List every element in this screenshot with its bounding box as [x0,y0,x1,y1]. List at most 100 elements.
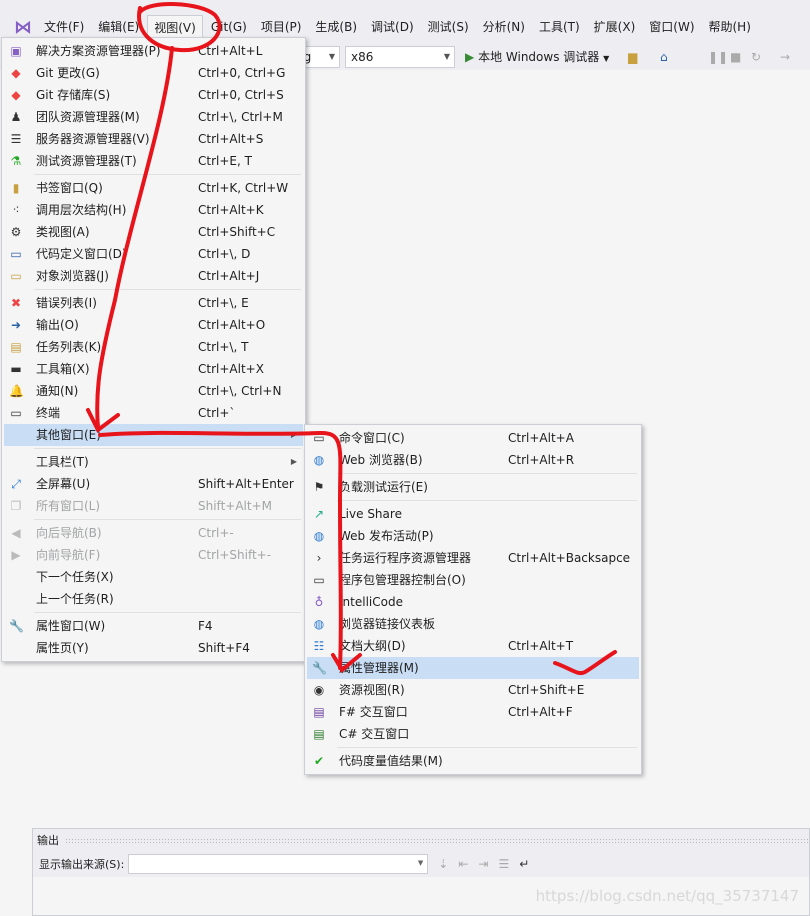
web-browser-icon: ◍ [313,453,325,467]
menu-item[interactable]: ▮ 书签窗口(Q) Ctrl+K, Ctrl+W [4,177,303,199]
menu-item[interactable]: ◆ Git 更改(G) Ctrl+0, Ctrl+G [4,62,303,84]
next-message-icon[interactable]: ⇥ [478,857,488,871]
code-metrics-icon: ✔ [313,754,325,768]
menu-item-label: C# 交互窗口 [339,727,410,741]
menu-item-shortcut: Shift+F4 [198,641,250,655]
menu-item[interactable]: 其他窗口(E) ▶ [4,424,303,446]
menu-9[interactable]: 工具(T) [533,15,586,39]
menu-item-shortcut: Ctrl+Alt+T [508,639,574,653]
menu-item[interactable]: ☰ 服务器资源管理器(V) Ctrl+Alt+S [4,128,303,150]
menu-item[interactable]: ◉ 资源视图(R) Ctrl+Shift+E [307,679,639,701]
menu-item[interactable]: › 任务运行程序资源管理器 Ctrl+Alt+Backsapce [307,547,639,569]
menu-3[interactable]: Git(G) [205,15,253,39]
word-wrap-icon[interactable]: ↵ [519,857,529,871]
menu-item-label: 代码定义窗口(D) [36,247,127,261]
menu-item[interactable]: 属性页(Y) Shift+F4 [4,637,303,659]
menu-item-label: 测试资源管理器(T) [36,154,137,168]
menu-item[interactable]: ▭ 命令窗口(C) Ctrl+Alt+A [307,427,639,449]
menu-item[interactable]: ✖ 错误列表(I) Ctrl+\, E [4,292,303,314]
menu-item[interactable]: ♁ IntelliCode [307,591,639,613]
menu-item[interactable]: ▭ 代码定义窗口(D) Ctrl+\, D [4,243,303,265]
menu-item-label: Web 浏览器(B) [339,453,423,467]
menu-item[interactable]: ☷ 文档大纲(D) Ctrl+Alt+T [307,635,639,657]
home-icon[interactable]: ⌂ [660,47,668,67]
menu-item[interactable]: ▶ 向前导航(F) Ctrl+Shift+- [4,544,303,566]
find-in-files-icon[interactable]: ▆ [628,47,637,67]
navigate-forward-icon: ▶ [11,548,21,562]
menu-item-label: Live Share [339,507,402,521]
output-source-dropdown[interactable]: ▼ [128,854,429,874]
stop-icon[interactable]: ■ [730,47,741,67]
step-over-icon[interactable]: → [780,47,790,67]
menu-item[interactable]: ⁖ 调用层次结构(H) Ctrl+Alt+K [4,199,303,221]
menu-item[interactable]: 🔧 属性管理器(M) [307,657,639,679]
menu-12[interactable]: 帮助(H) [703,15,757,39]
menu-item-shortcut: Ctrl+0, Ctrl+S [198,88,284,102]
menu-item[interactable]: ➜ 输出(O) Ctrl+Alt+O [4,314,303,336]
menu-item-label: 其他窗口(E) [36,428,101,442]
menu-item[interactable]: ◍ Web 发布活动(P) [307,525,639,547]
menu-item[interactable]: 🔧 属性窗口(W) F4 [4,615,303,637]
menu-item[interactable]: 上一个任务(R) [4,588,303,610]
menu-item[interactable]: ▤ F# 交互窗口 Ctrl+Alt+F [307,701,639,723]
menu-item-shortcut: Ctrl+\, D [198,247,251,261]
menu-10[interactable]: 扩展(X) [588,15,642,39]
menu-item[interactable]: ⚙ 类视图(A) Ctrl+Shift+C [4,221,303,243]
menu-item[interactable]: ⚗ 测试资源管理器(T) Ctrl+E, T [4,150,303,172]
menu-item[interactable]: ◍ Web 浏览器(B) Ctrl+Alt+R [307,449,639,471]
menu-1[interactable]: 编辑(E) [92,15,145,39]
menu-7[interactable]: 测试(S) [422,15,475,39]
menu-item[interactable]: ▤ C# 交互窗口 [307,723,639,745]
menu-item[interactable]: ❐ 所有窗口(L) Shift+Alt+M [4,495,303,517]
menu-item-label: 浏览器链接仪表板 [339,617,436,631]
other-windows-submenu: ▭ 命令窗口(C) Ctrl+Alt+A ◍ Web 浏览器(B) Ctrl+Alt+R ⚑… [304,424,642,775]
menu-0[interactable]: 文件(F) [38,15,90,39]
menu-6[interactable]: 调试(D) [365,15,420,39]
menu-4[interactable]: 项目(P) [255,15,308,39]
toolbox-icon: ▬ [10,362,22,376]
pause-icon[interactable]: ❚❚ [708,47,728,67]
menu-item-label: 程序包管理器控制台(O) [339,573,466,587]
menu-2[interactable]: 视图(V) [147,15,203,39]
menu-item[interactable]: 下一个任务(X) [4,566,303,588]
menu-8[interactable]: 分析(N) [477,15,531,39]
code-definition-icon: ▭ [10,247,22,261]
menu-item[interactable]: ▣ 解决方案资源管理器(P) Ctrl+Alt+L [4,40,303,62]
clear-all-icon[interactable]: ☰ [498,857,509,871]
menu-item[interactable]: ⤢ 全屏幕(U) Shift+Alt+Enter [4,473,303,495]
menu-item[interactable]: ◆ Git 存储库(S) Ctrl+0, Ctrl+S [4,84,303,106]
object-browser-icon: ▭ [10,269,22,283]
menu-item-label: 所有窗口(L) [36,499,101,513]
menu-item-label: 命令窗口(C) [339,431,405,445]
menu-item[interactable]: ▭ 终端 Ctrl+` [4,402,303,424]
previous-message-icon[interactable]: ⇤ [458,857,468,871]
menu-item-shortcut: Ctrl+\, Ctrl+N [198,384,282,398]
menu-item-label: Web 发布活动(P) [339,529,434,543]
output-source-label: 显示输出来源(S): [39,858,125,871]
menu-item[interactable]: ▤ 任务列表(K) Ctrl+\, T [4,336,303,358]
live-share-icon: ↗ [313,507,325,521]
restart-icon[interactable]: ↻ [751,47,761,67]
menu-item-label: 上一个任务(R) [36,592,114,606]
start-debugging-button[interactable]: ▶ 本地 Windows 调试器 ▼ [465,47,609,69]
menu-item[interactable]: ▭ 对象浏览器(J) Ctrl+Alt+J [4,265,303,287]
menu-item[interactable]: 工具栏(T) ▶ [4,451,303,473]
menu-item[interactable]: ◀ 向后导航(B) Ctrl+- [4,522,303,544]
menu-11[interactable]: 窗口(W) [643,15,700,39]
menu-item[interactable]: ▬ 工具箱(X) Ctrl+Alt+X [4,358,303,380]
menu-5[interactable]: 生成(B) [309,15,363,39]
menu-item[interactable]: ↗ Live Share [307,503,639,525]
menu-item-shortcut: Ctrl+Alt+L [198,44,263,58]
menu-item-label: 工具栏(T) [36,455,89,469]
menu-item[interactable]: ♟ 团队资源管理器(M) Ctrl+\, Ctrl+M [4,106,303,128]
go-to-location-icon[interactable]: ⇣ [438,857,448,871]
platform-dropdown[interactable]: x86 ▼ [345,46,455,68]
menu-item-shortcut: Ctrl+Alt+X [198,362,264,376]
menu-item-label: 类视图(A) [36,225,90,239]
menu-item[interactable]: ◍ 浏览器链接仪表板 [307,613,639,635]
menu-item[interactable]: ⚑ 负载测试运行(E) [307,476,639,498]
menu-item[interactable]: ✔ 代码度量值结果(M) [307,750,639,772]
bell-icon: 🔔 [9,384,24,398]
menu-item[interactable]: 🔔 通知(N) Ctrl+\, Ctrl+N [4,380,303,402]
menu-item[interactable]: ▭ 程序包管理器控制台(O) [307,569,639,591]
